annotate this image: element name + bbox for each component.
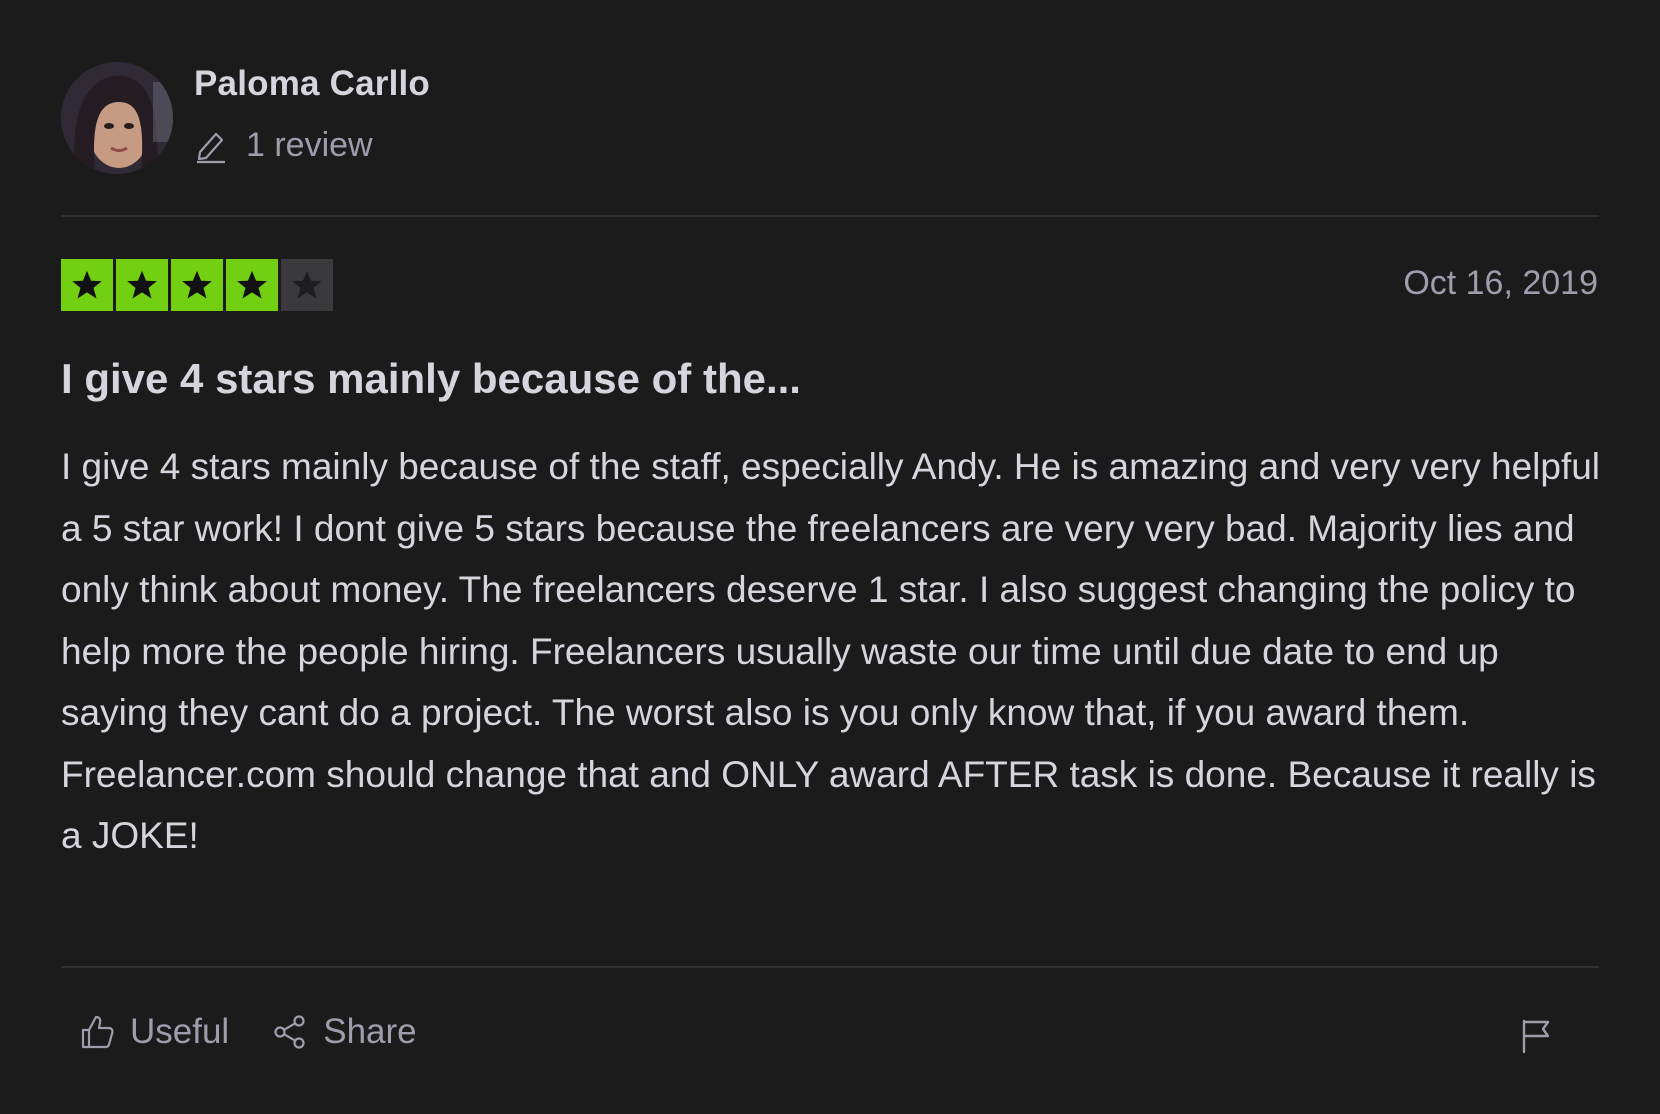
review-title[interactable]: I give 4 stars mainly because of the... <box>61 355 801 403</box>
star-4-filled <box>226 259 278 311</box>
review-body: I give 4 stars mainly because of the sta… <box>61 446 1601 856</box>
star-2-filled <box>116 259 168 311</box>
star-icon <box>182 270 212 299</box>
pencil-icon <box>194 128 228 164</box>
review-actions: Useful Share <box>78 1012 417 1052</box>
reviewer-avatar[interactable] <box>61 62 173 174</box>
share-button[interactable]: Share <box>271 1012 417 1052</box>
useful-button[interactable]: Useful <box>78 1012 229 1052</box>
star-3-filled <box>171 259 223 311</box>
star-5-empty <box>281 259 333 311</box>
share-label: Share <box>323 1012 417 1051</box>
flag-icon <box>1522 1019 1550 1054</box>
star-icon <box>72 270 102 299</box>
share-icon <box>274 1015 305 1049</box>
review-date: Oct 16, 2019 <box>1403 264 1598 302</box>
star-1-filled <box>61 259 113 311</box>
thumbs-up-icon <box>81 1015 114 1049</box>
header-divider <box>61 215 1599 217</box>
star-rating <box>61 259 333 311</box>
star-icon <box>127 270 157 299</box>
reviewer-review-count: 1 review <box>194 126 373 165</box>
star-icon <box>237 270 267 299</box>
star-icon <box>292 270 322 299</box>
review-count-label: 1 review <box>246 126 373 164</box>
report-button[interactable] <box>1516 1016 1556 1056</box>
reviewer-name[interactable]: Paloma Carllo <box>194 64 430 104</box>
useful-label: Useful <box>130 1012 230 1051</box>
footer-divider <box>61 966 1599 968</box>
review-card: Paloma Carllo 1 review Oct 16, 2019 I gi… <box>0 0 1660 1114</box>
avatar-image <box>61 62 173 174</box>
